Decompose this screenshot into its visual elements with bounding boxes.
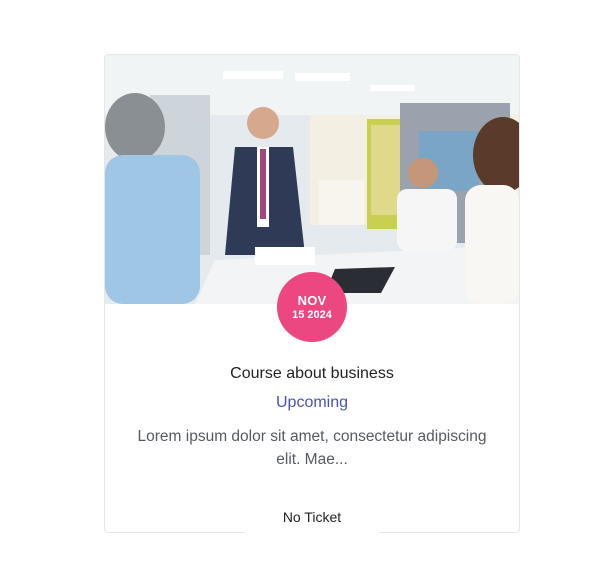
- date-badge: NOV 15 2024: [277, 272, 347, 342]
- status-label: Upcoming: [275, 394, 349, 411]
- course-description: Lorem ipsum dolor sit amet, consectetur …: [137, 428, 487, 468]
- ticket-button[interactable]: No Ticket: [245, 507, 379, 535]
- date-month: NOV: [297, 292, 327, 308]
- event-card[interactable]: NOV 15 2024 Course about business Upcomi…: [104, 54, 520, 535]
- date-day-year: 15 2024: [292, 308, 332, 321]
- event-image[interactable]: [105, 55, 519, 304]
- course-title[interactable]: Course about business: [105, 365, 519, 383]
